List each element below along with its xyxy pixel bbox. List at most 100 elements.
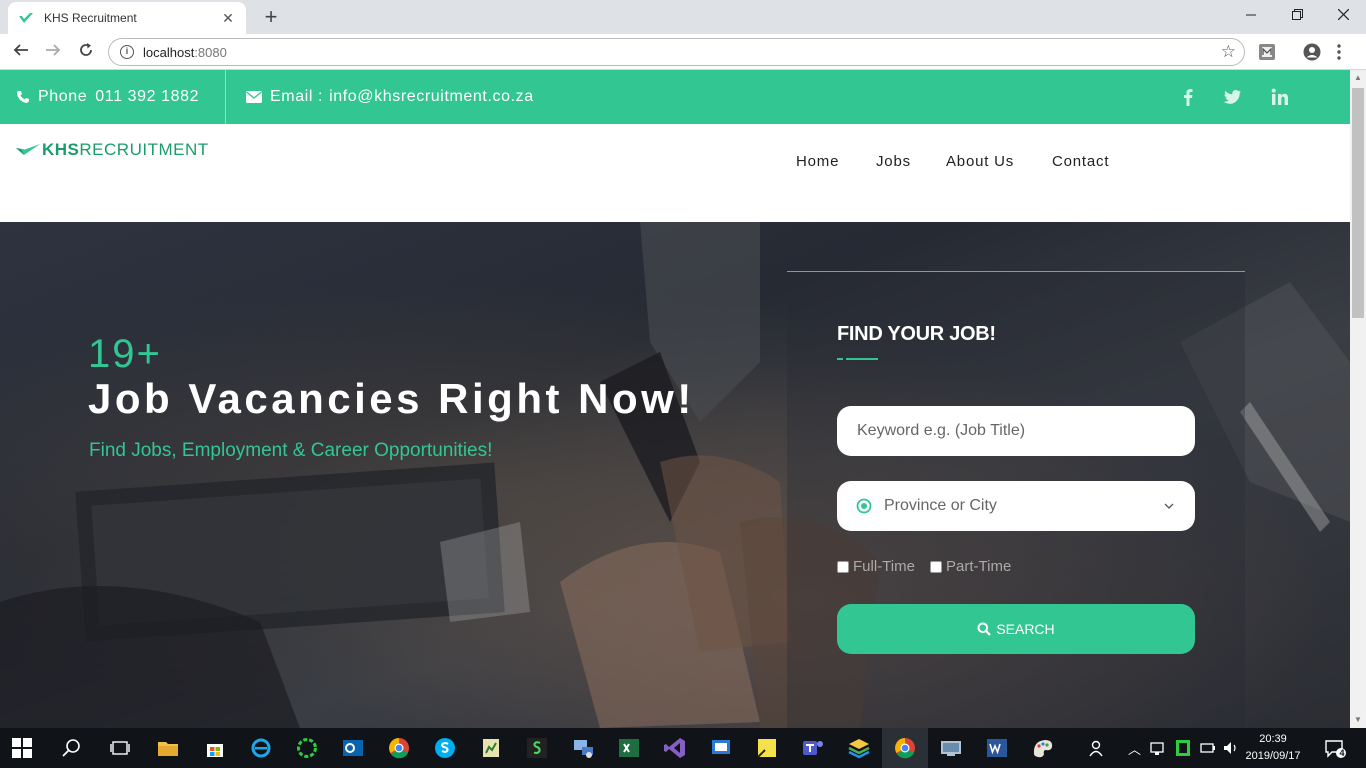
- chrome-active-icon[interactable]: [893, 736, 917, 760]
- file-explorer-icon[interactable]: [156, 736, 180, 760]
- skype-icon[interactable]: [433, 736, 457, 760]
- network-computer-icon[interactable]: [571, 736, 595, 760]
- forward-button[interactable]: [41, 40, 65, 64]
- outlook-icon[interactable]: [341, 736, 365, 760]
- nav-about-us[interactable]: About Us: [946, 153, 1014, 170]
- taskbar-search-icon[interactable]: [60, 736, 84, 760]
- app-tray-icon[interactable]: [1175, 739, 1191, 757]
- location-select[interactable]: Province or City: [837, 481, 1195, 531]
- phone-number: 011 392 1882: [95, 88, 200, 105]
- word-icon[interactable]: [985, 736, 1009, 760]
- full-time-checkbox[interactable]: [837, 560, 849, 573]
- clock-date: 2019/09/17: [1245, 750, 1301, 762]
- minimize-button[interactable]: [1228, 4, 1274, 26]
- page-scrollbar[interactable]: ▲ ▼: [1350, 70, 1366, 728]
- minimize-icon: [1246, 14, 1256, 16]
- search-panel-top-border: [787, 271, 1245, 272]
- nav-jobs[interactable]: Jobs: [876, 153, 911, 170]
- network-tray-icon[interactable]: [1150, 740, 1168, 756]
- envelope-icon: [246, 91, 262, 103]
- logo-recruitment: RECRUITMENT: [79, 140, 209, 159]
- task-view-icon[interactable]: [108, 736, 132, 760]
- chrome-icon[interactable]: [387, 736, 411, 760]
- forward-arrow-icon: [46, 44, 61, 56]
- notepad-chart-icon[interactable]: [479, 736, 503, 760]
- teams-icon[interactable]: [801, 736, 825, 760]
- extension-icon[interactable]: [1258, 43, 1276, 61]
- tab-close-icon[interactable]: ✕: [220, 10, 236, 27]
- email-contact[interactable]: Email : info@khsrecruitment.co.za: [246, 70, 534, 124]
- restore-button[interactable]: [1274, 4, 1320, 26]
- part-time-label: Part-Time: [946, 558, 1012, 575]
- part-time-option[interactable]: Part-Time: [930, 558, 1011, 575]
- volume-icon[interactable]: [1222, 740, 1240, 756]
- phone-contact[interactable]: Phone 011 392 1882: [16, 70, 199, 124]
- scroll-down-arrow-icon[interactable]: ▼: [1350, 712, 1366, 728]
- close-window-button[interactable]: [1320, 4, 1366, 26]
- chevron-down-icon: [1164, 503, 1174, 509]
- back-arrow-icon: [13, 44, 28, 56]
- search-icon: [977, 622, 992, 636]
- full-time-option[interactable]: Full-Time: [837, 558, 915, 575]
- windows-taskbar: ︿ 20:39 2019/09/17 4: [0, 728, 1366, 768]
- location-radio-icon: [856, 498, 872, 514]
- bookmark-star-icon[interactable]: ☆: [1221, 42, 1236, 62]
- back-button[interactable]: [9, 40, 33, 64]
- url-text: localhost:8080: [143, 45, 227, 60]
- browser-tab[interactable]: KHS Recruitment ✕: [8, 2, 246, 34]
- webpage: Phone 011 392 1882 Email : info@khsrecru…: [0, 70, 1350, 728]
- remote-desktop-icon[interactable]: [709, 736, 733, 760]
- new-tab-button[interactable]: +: [258, 4, 284, 30]
- topbar-divider: [225, 70, 226, 124]
- store-icon[interactable]: [203, 736, 227, 760]
- address-bar[interactable]: i localhost:8080 ☆: [108, 38, 1245, 66]
- keyword-input[interactable]: Keyword e.g. (Job Title): [837, 406, 1195, 456]
- twitter-icon[interactable]: [1222, 87, 1242, 107]
- email-address: info@khsrecruitment.co.za: [329, 88, 534, 105]
- excel-icon[interactable]: [617, 736, 641, 760]
- logo-check-icon: [16, 144, 40, 155]
- reload-button[interactable]: [74, 40, 98, 64]
- app-green-ring-icon[interactable]: [295, 736, 319, 760]
- profile-avatar-icon[interactable]: [1303, 43, 1321, 61]
- battery-plug-icon[interactable]: [1199, 740, 1217, 756]
- sage-app-icon[interactable]: [525, 736, 549, 760]
- address-toolbar: i localhost:8080 ☆: [0, 34, 1366, 70]
- location-placeholder: Province or City: [884, 497, 997, 514]
- site-logo[interactable]: KHS RECRUITMENT: [16, 140, 209, 160]
- sticky-notes-icon[interactable]: [755, 736, 779, 760]
- people-icon[interactable]: [1088, 738, 1108, 758]
- part-time-checkbox[interactable]: [930, 560, 942, 573]
- clock-time: 20:39: [1259, 733, 1287, 745]
- hero-subtitle: Find Jobs, Employment & Career Opportuni…: [89, 440, 493, 461]
- facebook-icon[interactable]: [1178, 87, 1198, 107]
- nav-home[interactable]: Home: [796, 153, 839, 170]
- windows-start-icon[interactable]: [12, 738, 32, 758]
- notification-count: 4: [1339, 748, 1345, 758]
- email-label: Email :: [270, 88, 324, 105]
- visual-studio-icon[interactable]: [663, 736, 687, 760]
- nav-contact[interactable]: Contact: [1052, 153, 1109, 170]
- linkedin-icon[interactable]: [1270, 87, 1290, 107]
- hero-title: Job Vacancies Right Now!: [88, 375, 695, 422]
- system-clock[interactable]: 20:39 2019/09/17: [1240, 731, 1306, 765]
- phone-icon: [17, 91, 29, 103]
- close-icon: [1337, 8, 1349, 21]
- internet-explorer-icon[interactable]: [249, 736, 273, 760]
- search-button[interactable]: SEARCH: [837, 604, 1195, 654]
- paint-icon[interactable]: [1031, 736, 1055, 760]
- tray-chevron-up-icon[interactable]: ︿: [1128, 739, 1141, 758]
- scroll-up-arrow-icon[interactable]: ▲: [1350, 70, 1366, 86]
- url-host: localhost: [143, 45, 195, 60]
- url-port: :8080: [194, 45, 227, 60]
- bluestacks-icon[interactable]: [847, 736, 871, 760]
- title-underline: [846, 358, 878, 360]
- site-favicon-icon: [19, 13, 33, 23]
- site-info-icon[interactable]: i: [120, 45, 134, 59]
- hero-banner: 19+ Job Vacancies Right Now! Find Jobs, …: [0, 222, 1350, 728]
- browser-menu-icon[interactable]: [1336, 43, 1342, 61]
- vacancy-count: 19+: [88, 332, 162, 376]
- scrollbar-thumb[interactable]: [1352, 88, 1364, 318]
- device-manager-icon[interactable]: [939, 736, 963, 760]
- contact-topbar: Phone 011 392 1882 Email : info@khsrecru…: [0, 70, 1350, 124]
